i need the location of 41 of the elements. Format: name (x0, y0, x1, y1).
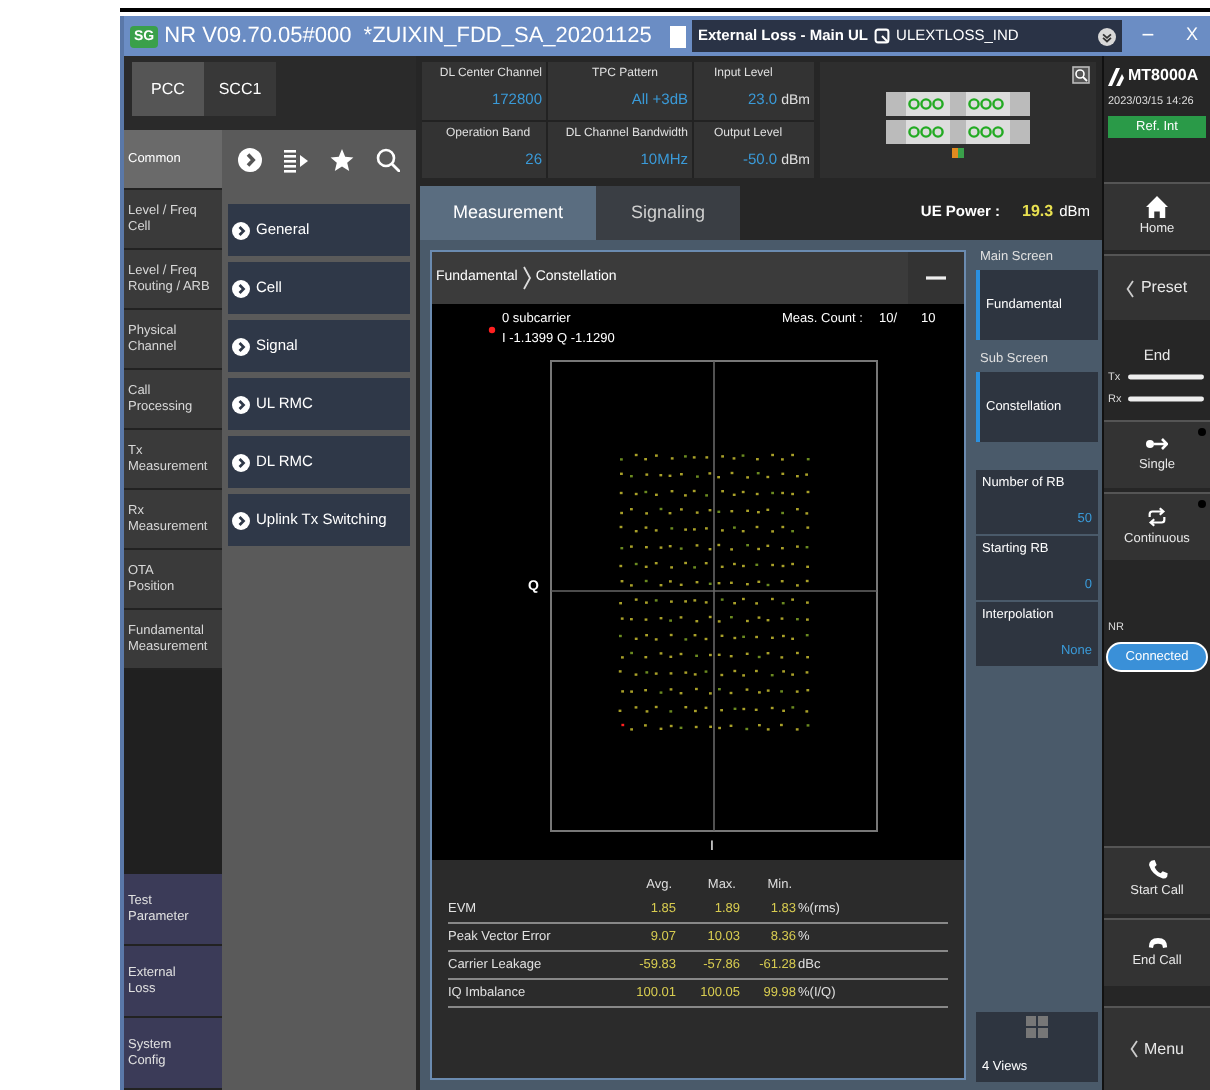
lookup-icon (874, 28, 891, 44)
chevron-circle-icon (232, 453, 250, 471)
repeat-icon (1146, 505, 1168, 528)
main-tab[interactable]: Measurement (420, 186, 596, 240)
star-icon (330, 148, 355, 172)
chevron-circle-icon (232, 395, 250, 413)
carrier-tab[interactable]: SCC1 (204, 62, 276, 116)
chevron-left-icon (1126, 279, 1135, 297)
marker-dot-icon (488, 326, 496, 334)
logo-icon (1108, 67, 1124, 85)
list-arrow-icon (283, 147, 308, 173)
chevron-left-icon (1129, 1040, 1138, 1058)
home-icon (1146, 195, 1168, 218)
indicator-dot-icon (1198, 428, 1206, 437)
hang-up-icon (1147, 935, 1167, 950)
ue-power-value: 19.3 (1022, 200, 1054, 224)
carrier-tab[interactable]: PCC (132, 62, 204, 116)
chevron-down-icon (1098, 27, 1116, 45)
preset-button[interactable]: Preset (1104, 254, 1210, 320)
chevron-circle-icon (232, 221, 250, 239)
port-diagram-drawing (886, 91, 1030, 157)
window-title: NR V09.70.05#000 *ZUIXIN_FDD_SA_20201125 (164, 21, 654, 52)
breadcrumb-separator-icon (521, 266, 532, 290)
indicator-dot-icon (1198, 500, 1206, 509)
chevron-circle-icon (232, 279, 250, 297)
menu-button[interactable]: Menu (1104, 1006, 1210, 1090)
chevron-circle-icon (232, 337, 250, 355)
status-block-icon (670, 25, 686, 47)
grid-icon (1026, 1016, 1048, 1038)
chevron-circle-icon (237, 148, 262, 172)
chevron-circle-icon (232, 511, 250, 529)
phone-icon (1147, 860, 1167, 881)
signal-line-icon (1128, 374, 1204, 381)
minimize-icon (926, 276, 946, 280)
main-tab[interactable]: Signaling (596, 186, 740, 240)
arrow-right-icon (1146, 434, 1168, 455)
instrument-model: MT8000A (1128, 64, 1199, 88)
search-icon (376, 148, 401, 172)
minimize-panel-button[interactable] (908, 252, 964, 304)
zoom-icon (1072, 66, 1090, 84)
signal-line-icon (1128, 396, 1204, 403)
